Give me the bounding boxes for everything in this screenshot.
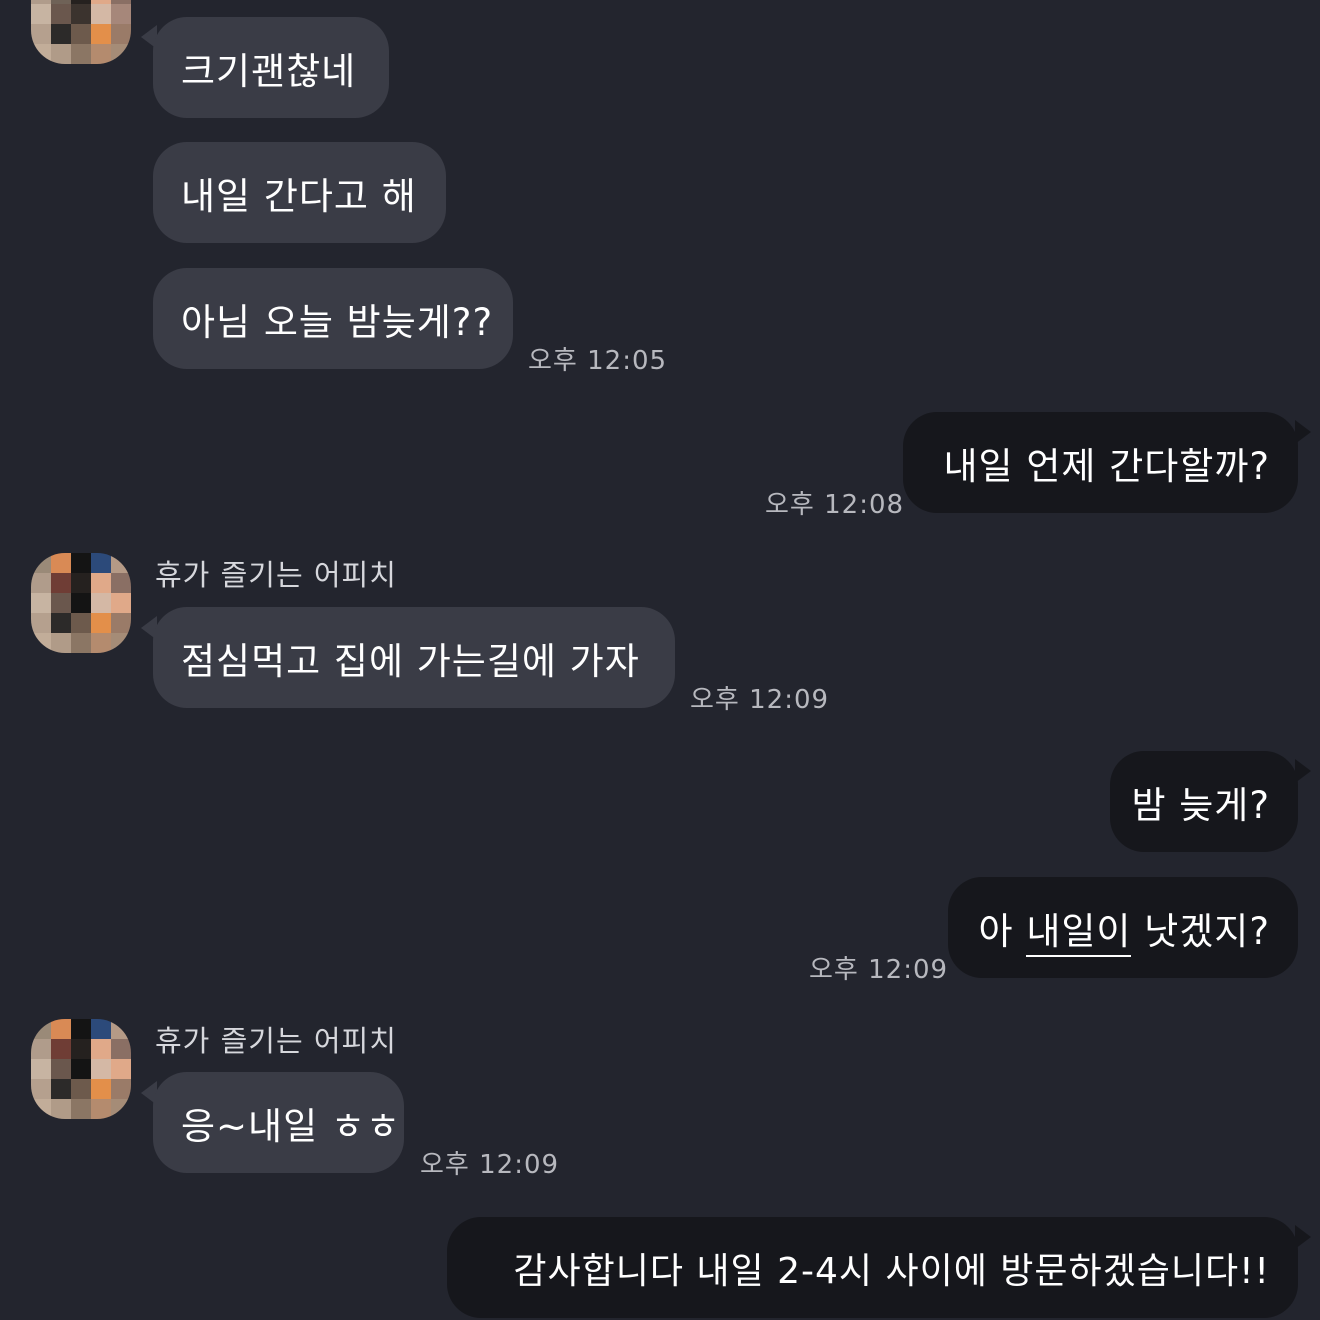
message-text: 아님 오늘 밤늦게?? xyxy=(181,300,494,344)
message-bubble-received[interactable]: 점심먹고 집에 가는길에 가자 xyxy=(153,607,675,708)
message-text: 응~내일 ㅎㅎ xyxy=(181,1104,401,1148)
message-bubble-received[interactable]: 응~내일 ㅎㅎ xyxy=(153,1072,404,1173)
message-bubble-received[interactable]: 크기괜찮네 xyxy=(153,17,389,118)
underlined-word: 내일이 xyxy=(1026,909,1132,957)
bubble-tail xyxy=(1295,759,1311,783)
message-text-suffix: 낫겠지? xyxy=(1131,909,1270,953)
bubble-tail xyxy=(1295,420,1311,444)
message-text: 밤 늦게? xyxy=(1131,783,1270,827)
avatar[interactable] xyxy=(31,553,131,653)
sender-name: 휴가 즐기는 어피치 xyxy=(155,558,397,592)
message-bubble-sent[interactable]: 밤 늦게? xyxy=(1110,751,1298,852)
message-timestamp: 오후 12:08 xyxy=(765,490,905,520)
message-text: 내일 언제 간다할까? xyxy=(943,444,1270,488)
message-timestamp: 오후 12:09 xyxy=(420,1150,560,1180)
message-text: 점심먹고 집에 가는길에 가자 xyxy=(181,639,640,683)
message-bubble-received[interactable]: 내일 간다고 해 xyxy=(153,142,446,243)
message-text: 아 내일이 낫겠지? xyxy=(978,901,1270,957)
sender-name: 휴가 즐기는 어피치 xyxy=(155,1024,397,1058)
bubble-tail xyxy=(1295,1225,1311,1249)
message-timestamp: 오후 12:09 xyxy=(690,685,830,715)
message-bubble-sent[interactable]: 내일 언제 간다할까? xyxy=(903,412,1298,513)
message-bubble-sent[interactable]: 아 내일이 낫겠지? xyxy=(948,877,1298,978)
message-text: 크기괜찮네 xyxy=(181,49,357,93)
avatar[interactable] xyxy=(31,0,131,64)
avatar[interactable] xyxy=(31,1019,131,1119)
message-timestamp: 오후 12:09 xyxy=(809,955,949,985)
message-bubble-received[interactable]: 아님 오늘 밤늦게?? xyxy=(153,268,513,369)
message-timestamp: 오후 12:05 xyxy=(528,346,668,376)
message-text: 감사합니다 내일 2-4시 사이에 방문하겠습니다!! xyxy=(513,1250,1270,1292)
message-text-prefix: 아 xyxy=(978,909,1027,953)
message-text: 내일 간다고 해 xyxy=(181,174,417,218)
message-bubble-sent[interactable]: 감사합니다 내일 2-4시 사이에 방문하겠습니다!! xyxy=(447,1217,1298,1318)
